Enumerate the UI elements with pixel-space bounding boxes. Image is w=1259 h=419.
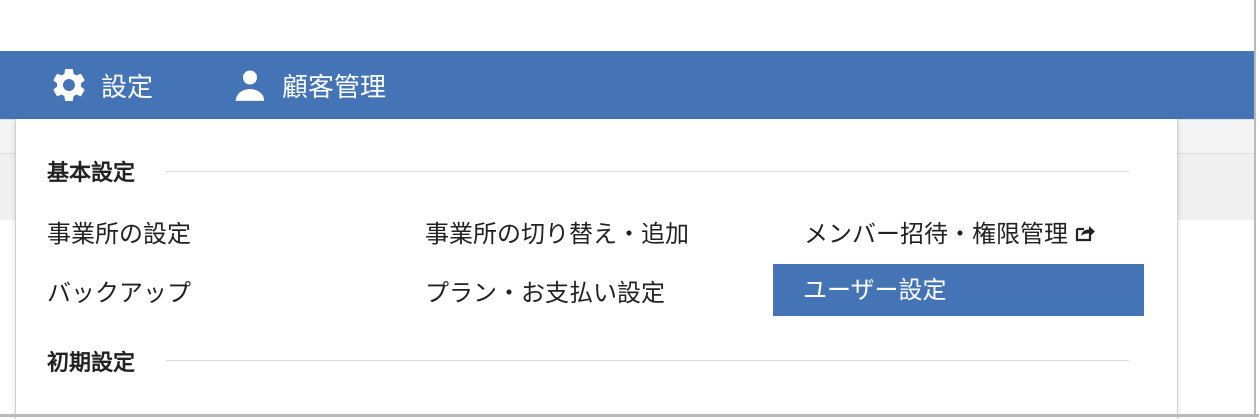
window-edge-right <box>1254 0 1256 417</box>
section-divider <box>166 171 1129 172</box>
backup-link[interactable]: バックアップ <box>47 273 191 308</box>
settings-dropdown-menu: 基本設定 事業所の設定 事業所の切り替え・追加 メンバー招待・権限管理 バックア… <box>15 119 1178 419</box>
nav-customers-label: 顧客管理 <box>282 72 387 103</box>
external-share-icon <box>1074 221 1096 249</box>
initial-settings-heading: 初期設定 <box>47 351 136 376</box>
section-divider <box>166 360 1129 361</box>
plan-payment-link[interactable]: プラン・お支払い設定 <box>425 273 665 308</box>
nav-settings-label: 設定 <box>101 72 154 103</box>
member-invite-link[interactable]: メンバー招待・権限管理 <box>804 214 1096 249</box>
basic-settings-heading: 基本設定 <box>47 161 136 186</box>
user-settings-link[interactable]: ユーザー設定 <box>773 264 1144 316</box>
top-navbar: 設定 顧客管理 <box>0 51 1254 119</box>
office-settings-link[interactable]: 事業所の設定 <box>47 214 191 249</box>
gear-icon <box>49 65 89 105</box>
member-invite-label: メンバー招待・権限管理 <box>804 220 1068 248</box>
user-icon <box>230 65 270 105</box>
nav-settings[interactable]: 設定 <box>49 51 153 119</box>
nav-customers[interactable]: 顧客管理 <box>230 51 386 119</box>
switch-add-office-link[interactable]: 事業所の切り替え・追加 <box>425 214 689 249</box>
